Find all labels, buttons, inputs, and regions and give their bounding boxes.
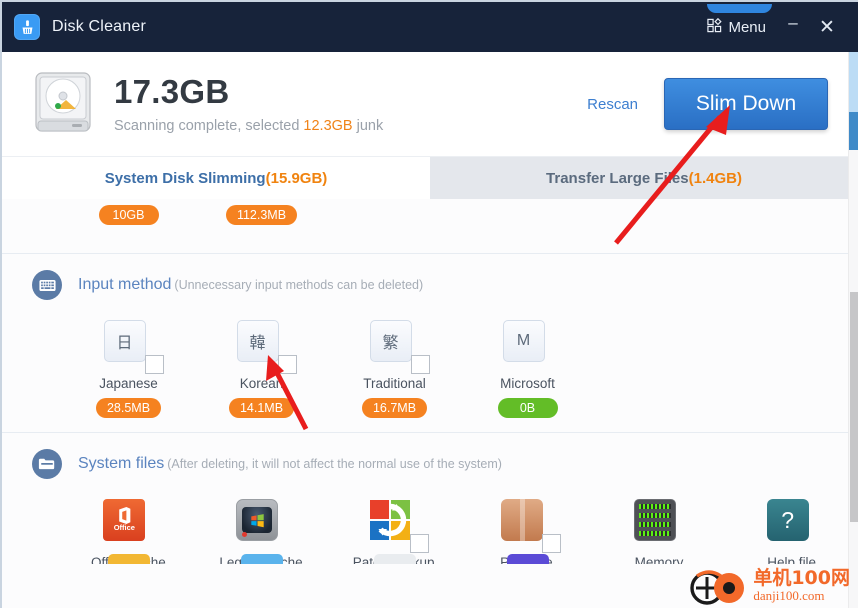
- ime-glyph: M: [516, 332, 531, 349]
- rescan-link[interactable]: Rescan: [587, 96, 638, 113]
- section-input-method: Input method (Unnecessary input methods …: [2, 254, 858, 433]
- watermark-en: danji100.com: [753, 588, 825, 604]
- menu-label: Menu: [728, 18, 766, 36]
- title-bar: Disk Cleaner Menu – ✕: [2, 2, 858, 52]
- summary-text: 17.3GB Scanning complete, selected 12.3G…: [114, 72, 383, 134]
- tab-label: Transfer Large Files: [546, 169, 689, 187]
- item-label: Korean: [239, 376, 284, 391]
- status-suffix: junk: [352, 118, 384, 135]
- grey-app-icon: [373, 554, 416, 564]
- scroll-content: Recycle Bin 10GB WPS 112.3MB: [2, 199, 858, 564]
- section-title: System files: [78, 455, 165, 472]
- tab-label: System Disk Slimming: [104, 169, 266, 187]
- item-checkbox[interactable]: [409, 534, 429, 553]
- item-label: Japanese: [99, 376, 158, 391]
- tab-amount: (1.4GB): [688, 169, 742, 187]
- list-item[interactable]: WPS 112.3MB: [195, 199, 328, 225]
- help-question-icon: ?: [766, 499, 809, 541]
- item-size-badge: 16.7MB: [361, 398, 428, 418]
- office-icon: Office: [103, 499, 146, 541]
- tab-system-disk-slimming[interactable]: System Disk Slimming (15.9GB): [2, 157, 430, 199]
- section-note: (Unnecessary input methods can be delete…: [174, 278, 424, 292]
- item-checkbox[interactable]: [410, 355, 430, 374]
- scrollbar-track-accent: [849, 112, 858, 150]
- microsoft-ime-icon: M: [502, 320, 545, 362]
- list-item[interactable]: 繁 Traditional 16.7MB: [328, 320, 461, 418]
- clipped-top-section: Recycle Bin 10GB WPS 112.3MB: [2, 199, 858, 254]
- windows-update-icon: [369, 499, 411, 541]
- item-label: Microsoft: [500, 376, 555, 391]
- ime-glyph: 日: [116, 335, 133, 352]
- section-title: Input method: [78, 276, 172, 293]
- list-item[interactable]: Recycle Bin 10GB: [62, 199, 195, 225]
- broom-icon: [14, 14, 40, 40]
- window-controls: Menu – ✕: [699, 3, 844, 45]
- close-icon: ✕: [819, 16, 835, 38]
- watermark: 单机100网 danji100.com: [687, 566, 850, 606]
- hard-disk-icon: [32, 69, 94, 139]
- list-item[interactable]: M Microsoft 0B: [461, 320, 594, 418]
- memory-chip-icon: [634, 499, 677, 541]
- item-size-badge: 0B: [497, 398, 558, 418]
- danji-logo-icon: [690, 570, 745, 605]
- keyboard-icon: [32, 270, 62, 300]
- package-box-icon: [501, 499, 544, 541]
- tab-transfer-large-files[interactable]: Transfer Large Files (1.4GB): [430, 157, 858, 199]
- disk-cleaner-window: Disk Cleaner Menu – ✕ 17.3GB Scanning co…: [0, 0, 858, 608]
- watermark-cn: 单机100网: [753, 567, 850, 590]
- tab-amount: (15.9GB): [265, 169, 328, 187]
- folder-icon: [32, 449, 62, 479]
- summary-actions: Rescan Slim Down: [587, 78, 828, 130]
- scrollbar-track-top: [849, 52, 858, 112]
- tab-bar: System Disk Slimming (15.9GB) Transfer L…: [2, 157, 858, 199]
- close-button[interactable]: ✕: [810, 10, 844, 44]
- windows-legacy-icon: [236, 499, 278, 541]
- item-checkbox[interactable]: [542, 534, 562, 553]
- grid-menu-icon: [707, 17, 723, 37]
- section-system-files: System files (After deleting, it will no…: [2, 433, 858, 564]
- menu-highlight-bar: [707, 3, 772, 13]
- folder-yellow-icon: [107, 554, 150, 564]
- next-row-peek: [2, 554, 858, 564]
- minimize-icon: –: [788, 12, 798, 32]
- menu-button[interactable]: Menu: [699, 3, 776, 45]
- korean-ime-icon: 韓: [236, 320, 279, 362]
- input-method-grid: 日 Japanese 28.5MB 韓 Korean 14.1MB 繁 Trad…: [2, 308, 858, 432]
- item-size-badge: 14.1MB: [228, 398, 295, 418]
- status-amount: 12.3GB: [303, 118, 353, 135]
- section-note: (After deleting, it will not affect the …: [167, 457, 502, 471]
- item-label: Traditional: [363, 376, 426, 391]
- status-prefix: Scanning complete, selected: [114, 118, 304, 135]
- scan-status: Scanning complete, selected 12.3GB junk: [114, 118, 383, 134]
- item-checkbox[interactable]: [144, 355, 164, 374]
- list-item[interactable]: 日 Japanese 28.5MB: [62, 320, 195, 418]
- item-size-badge: 28.5MB: [95, 398, 162, 418]
- clipped-row: Recycle Bin 10GB WPS 112.3MB: [2, 199, 858, 253]
- section-header: System files (After deleting, it will no…: [2, 433, 858, 487]
- scan-summary-header: 17.3GB Scanning complete, selected 12.3G…: [2, 52, 858, 157]
- ime-glyph: 韓: [249, 335, 266, 352]
- purple-app-icon: [506, 554, 549, 564]
- item-checkbox[interactable]: [277, 355, 297, 374]
- minimize-button[interactable]: –: [776, 10, 810, 44]
- blue-app-icon: [240, 554, 283, 564]
- japanese-ime-icon: 日: [103, 320, 146, 362]
- app-title: Disk Cleaner: [52, 18, 146, 35]
- vertical-scrollbar[interactable]: [848, 52, 858, 608]
- slim-down-button[interactable]: Slim Down: [664, 78, 828, 130]
- item-size-badge: 112.3MB: [225, 205, 298, 225]
- scrollbar-thumb[interactable]: [850, 292, 858, 522]
- section-header: Input method (Unnecessary input methods …: [2, 254, 858, 308]
- system-files-grid: Office Office cache 0B: [2, 487, 858, 564]
- total-size: 17.3GB: [114, 72, 230, 110]
- list-item[interactable]: 韓 Korean 14.1MB: [195, 320, 328, 418]
- ime-glyph: 繁: [382, 335, 399, 352]
- traditional-ime-icon: 繁: [369, 320, 412, 362]
- item-size-badge: 10GB: [98, 205, 159, 225]
